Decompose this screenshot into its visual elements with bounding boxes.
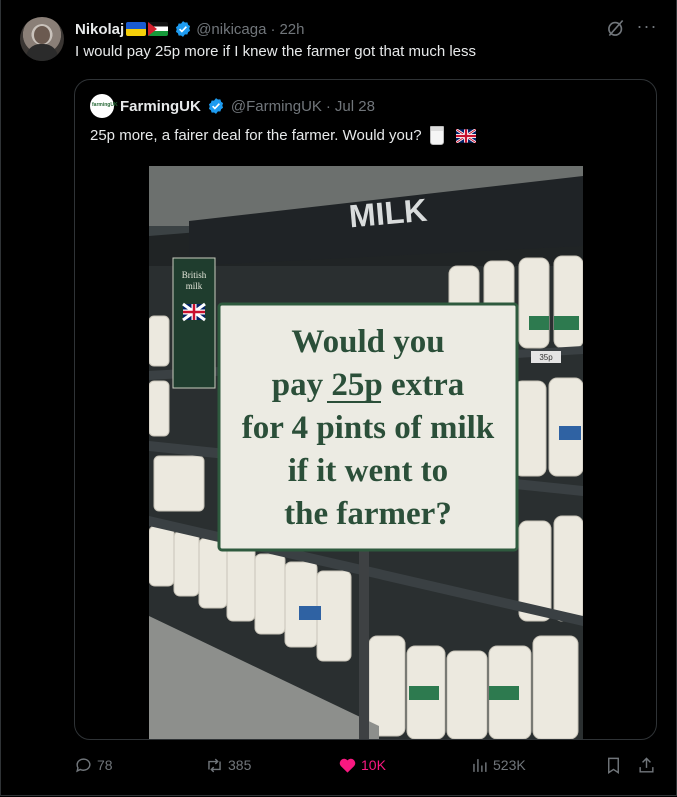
tweet-header: Nikolaj @nikicaga · 22h bbox=[75, 18, 304, 40]
repost-button[interactable]: 385 bbox=[205, 750, 251, 780]
author-name[interactable]: Nikolaj bbox=[75, 21, 124, 38]
milk-aisle-photo[interactable]: MILK British milk Would you pay 25p extr… bbox=[149, 166, 583, 739]
quoted-tweet[interactable]: farmingUK FarmingUK @FarmingUK · Jul 28 … bbox=[74, 79, 657, 740]
views-button[interactable]: 523K bbox=[470, 750, 526, 780]
milk-glass-icon bbox=[429, 126, 444, 145]
sign-line-1: Would you bbox=[291, 324, 444, 360]
milk-header-sign: MILK bbox=[348, 192, 429, 235]
reply-count: 78 bbox=[97, 757, 113, 773]
palestine-flag-icon bbox=[148, 22, 169, 36]
reply-icon bbox=[76, 757, 91, 772]
avatar-body bbox=[26, 44, 58, 61]
share-icon bbox=[639, 756, 654, 773]
quoted-text: 25p more, a fairer deal for the farmer. … bbox=[90, 127, 422, 144]
share-button[interactable] bbox=[637, 750, 660, 780]
price-tag: 35p bbox=[539, 353, 553, 362]
views-chart-icon bbox=[473, 758, 487, 772]
avatar[interactable] bbox=[20, 17, 64, 61]
quoted-text-row: 25p more, a fairer deal for the farmer. … bbox=[90, 126, 476, 145]
grok-icon[interactable] bbox=[606, 18, 626, 38]
uk-flag-icon bbox=[455, 128, 476, 143]
verified-badge-icon bbox=[176, 21, 191, 37]
bookmark-icon bbox=[608, 757, 619, 774]
quoted-date[interactable]: Jul 28 bbox=[335, 98, 375, 115]
like-button[interactable]: 10K bbox=[338, 750, 386, 780]
quoted-author-name[interactable]: FarmingUK bbox=[120, 98, 201, 115]
avatar-face bbox=[34, 26, 50, 44]
sign-line-4: if it went to bbox=[288, 453, 448, 489]
repost-count: 385 bbox=[228, 757, 252, 773]
tweet-text: I would pay 25p more if I knew the farme… bbox=[75, 43, 477, 60]
farminguk-avatar[interactable]: farmingUK bbox=[90, 94, 118, 118]
farminguk-logo-text: farmingUK bbox=[92, 102, 118, 108]
sign-line-5: the farmer? bbox=[284, 496, 452, 532]
sign-line-3: for 4 pints of milk bbox=[242, 410, 495, 446]
author-handle[interactable]: @nikicaga bbox=[196, 21, 266, 38]
views-count: 523K bbox=[493, 757, 526, 773]
side-sign-line-1: British bbox=[182, 270, 207, 280]
separator-dot: · bbox=[270, 20, 276, 38]
reply-button[interactable]: 78 bbox=[74, 750, 113, 780]
bookmark-button[interactable] bbox=[604, 750, 627, 780]
side-sign-line-2: milk bbox=[186, 281, 203, 291]
verified-badge-icon bbox=[208, 98, 223, 114]
separator-dot: · bbox=[325, 97, 331, 115]
more-options-icon[interactable]: ··· bbox=[636, 17, 658, 39]
quoted-handle[interactable]: @FarmingUK bbox=[231, 98, 322, 115]
repost-icon bbox=[208, 758, 221, 772]
ukraine-flag-icon bbox=[126, 22, 147, 36]
heart-icon bbox=[339, 758, 356, 773]
sign-line-2: pay 25p extra bbox=[272, 367, 465, 403]
like-count: 10K bbox=[361, 757, 386, 773]
quoted-header: farmingUK FarmingUK @FarmingUK · Jul 28 bbox=[90, 94, 375, 118]
tweet-time[interactable]: 22h bbox=[279, 21, 304, 38]
action-bar: 78 385 10K 523K bbox=[0, 750, 677, 780]
